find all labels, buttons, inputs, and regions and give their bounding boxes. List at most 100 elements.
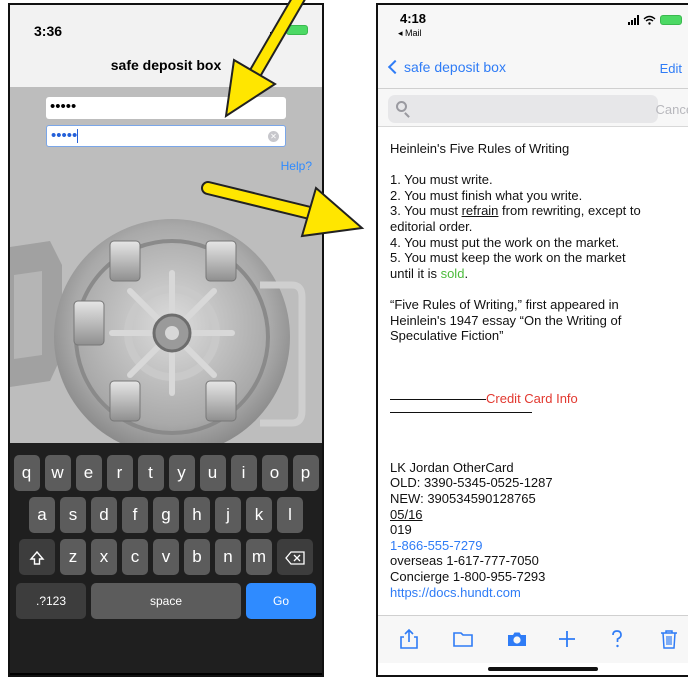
text-cursor xyxy=(77,129,79,144)
keyboard-row-3: z x c v b n m xyxy=(10,539,322,575)
key-t[interactable]: t xyxy=(137,455,164,491)
search-icon xyxy=(396,101,407,112)
status-bar: 3:36 xyxy=(10,5,322,51)
share-icon[interactable] xyxy=(398,628,420,650)
delete-key[interactable] xyxy=(277,539,313,575)
status-icons xyxy=(628,15,682,25)
key-k[interactable]: k xyxy=(246,497,272,533)
key-p[interactable]: p xyxy=(292,455,319,491)
card-expiry: 05/16 xyxy=(390,506,423,522)
password-field-2-value: ••••• xyxy=(51,127,78,144)
go-key[interactable]: Go xyxy=(246,583,316,619)
key-q[interactable]: q xyxy=(13,455,40,491)
phone-link[interactable]: 1-866-555-7279 xyxy=(390,538,676,554)
rule-3: 3. You must refrain from rewriting, exce… xyxy=(390,203,676,219)
key-a[interactable]: a xyxy=(29,497,55,533)
trash-icon[interactable] xyxy=(658,628,680,650)
section-heading: Credit Card Info xyxy=(390,391,676,407)
password-field-2[interactable]: ••••• ✕ xyxy=(46,125,286,147)
key-n[interactable]: n xyxy=(215,539,241,575)
battery-icon xyxy=(286,25,308,35)
key-z[interactable]: z xyxy=(60,539,86,575)
edit-button[interactable]: Edit xyxy=(660,61,682,76)
shift-key[interactable] xyxy=(19,539,55,575)
clear-icon[interactable]: ✕ xyxy=(268,131,279,142)
key-f[interactable]: f xyxy=(122,497,148,533)
signal-icon xyxy=(628,15,639,25)
navigation-bar: safe deposit box Edit xyxy=(378,45,688,89)
back-button-label: safe deposit box xyxy=(404,59,506,75)
rule-4: 4. You must put the work on the market. xyxy=(390,234,620,250)
numbers-key[interactable]: .?123 xyxy=(16,583,86,619)
shift-icon xyxy=(29,550,45,565)
key-x[interactable]: x xyxy=(91,539,117,575)
key-y[interactable]: y xyxy=(168,455,195,491)
credit-card-info-label: Credit Card Info xyxy=(486,390,578,406)
key-b[interactable]: b xyxy=(184,539,210,575)
sold-word: sold xyxy=(440,265,465,281)
rule-3-a: 3. You must xyxy=(390,203,462,219)
url-link[interactable]: https://docs.hundt.com xyxy=(390,585,676,601)
keyboard-row-1: q w e r t y u i o p xyxy=(10,455,322,491)
quote-line-1: “Five Rules of Writing,” first appeared … xyxy=(390,296,619,312)
home-indicator-pill xyxy=(488,667,598,671)
key-h[interactable]: h xyxy=(184,497,210,533)
search-input[interactable] xyxy=(388,95,658,123)
key-i[interactable]: i xyxy=(230,455,257,491)
backspace-icon xyxy=(285,550,305,565)
camera-icon[interactable] xyxy=(506,628,528,650)
note-body[interactable]: Heinlein's Five Rules of Writing 1. You … xyxy=(378,129,688,615)
status-bar: 4:18 ◂ Mail xyxy=(378,5,688,45)
card-name: LK Jordan OtherCard xyxy=(390,459,514,475)
quote-line-3: Speculative Fiction” xyxy=(390,328,504,344)
keyboard-row-4: .?123 space Go xyxy=(10,583,322,619)
key-d[interactable]: d xyxy=(91,497,117,533)
cancel-button[interactable]: Cancel xyxy=(656,102,688,117)
home-indicator xyxy=(10,673,322,675)
rule-5-end: . xyxy=(464,265,469,281)
search-bar: Cancel xyxy=(378,89,688,127)
key-o[interactable]: o xyxy=(261,455,288,491)
key-j[interactable]: j xyxy=(215,497,241,533)
help-link[interactable]: Help? xyxy=(281,159,312,173)
signal-icon xyxy=(270,25,281,35)
rule-1: 1. You must write. xyxy=(390,172,493,188)
rule-5-b: until it is xyxy=(390,265,441,281)
status-time: 3:36 xyxy=(34,23,63,39)
bottom-toolbar xyxy=(378,615,688,663)
rule-5-continued: until it is sold. xyxy=(390,266,676,282)
concierge-phone: Concierge 1-800-955-7293 xyxy=(390,569,546,585)
login-area: ••••• ••••• ✕ Help? xyxy=(10,87,322,443)
key-c[interactable]: c xyxy=(122,539,148,575)
back-to-app-link[interactable]: ◂ Mail xyxy=(398,28,422,39)
key-u[interactable]: u xyxy=(199,455,226,491)
plus-icon[interactable] xyxy=(556,628,578,650)
quote-line-2: Heinlein's 1947 essay “On the Writing of xyxy=(390,312,622,328)
card-cvv: 019 xyxy=(390,522,412,538)
keyboard-row-2: a s d f g h j k l xyxy=(10,497,322,533)
key-l[interactable]: l xyxy=(277,497,303,533)
folder-icon[interactable] xyxy=(452,628,474,650)
key-r[interactable]: r xyxy=(106,455,133,491)
back-button[interactable]: safe deposit box xyxy=(386,59,506,75)
help-icon[interactable] xyxy=(606,628,628,650)
note-title: Heinlein's Five Rules of Writing xyxy=(390,141,570,156)
key-e[interactable]: e xyxy=(75,455,102,491)
key-m[interactable]: m xyxy=(246,539,272,575)
key-v[interactable]: v xyxy=(153,539,179,575)
password-field-1-value: ••••• xyxy=(50,98,77,115)
space-key[interactable]: space xyxy=(91,583,241,619)
status-icons xyxy=(270,25,308,35)
key-w[interactable]: w xyxy=(44,455,71,491)
home-indicator xyxy=(378,663,688,675)
overseas-phone: overseas 1-617-777-7050 xyxy=(390,553,539,569)
key-g[interactable]: g xyxy=(153,497,179,533)
left-phone-screen: 3:36 safe deposit box ••••• ••••• ✕ Help… xyxy=(8,3,324,677)
password-field-1[interactable]: ••••• xyxy=(46,97,286,119)
divider-line xyxy=(390,398,486,400)
page-title: safe deposit box xyxy=(110,57,222,73)
key-s[interactable]: s xyxy=(60,497,86,533)
rule-3-b: from rewriting, except to xyxy=(498,203,641,219)
rule-3-underlined: refrain xyxy=(461,203,499,219)
chevron-left-icon xyxy=(387,59,403,75)
